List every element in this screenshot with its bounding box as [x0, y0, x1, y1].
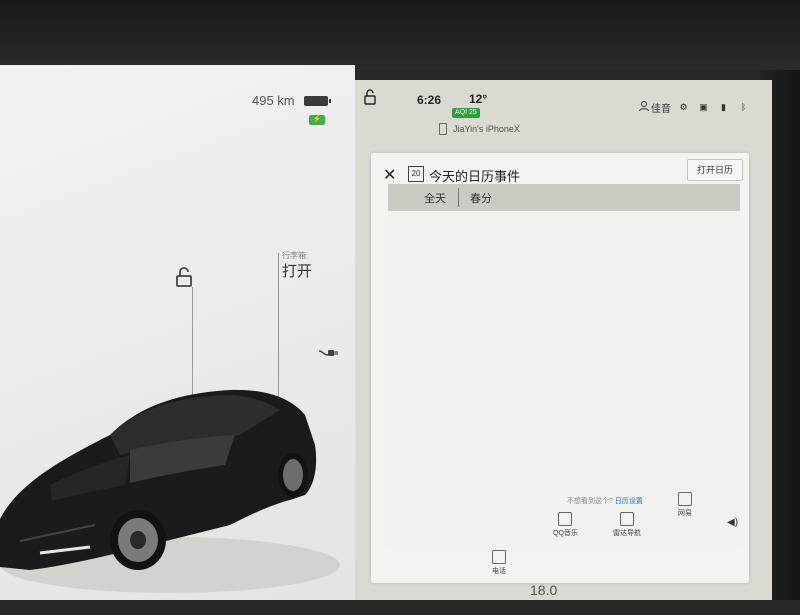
range-readout: 495 km	[252, 93, 295, 108]
bluetooth-icon[interactable]: ᛒ	[738, 102, 749, 113]
status-icons: ⚙ ▣ ▮ ᛒ	[678, 100, 749, 114]
dashcam-icon[interactable]: ▣	[698, 102, 709, 113]
trunk-open-button[interactable]: 打开	[282, 260, 312, 281]
clock-time: 6:26	[417, 93, 442, 107]
app-icon	[678, 492, 692, 506]
aqi-badge: AQI 25	[452, 108, 480, 118]
dock-item-label: 网易	[678, 510, 692, 517]
dock-item-radar-nav[interactable]: 雷达导航	[613, 512, 641, 538]
dock-item-label: 雷达导航	[613, 530, 641, 537]
navigation-icon	[620, 512, 634, 526]
battery-icon	[304, 96, 331, 106]
lte-signal-icon: ▮	[721, 101, 726, 112]
car-model-image[interactable]	[0, 315, 350, 615]
phone-icon	[492, 550, 506, 564]
event-time: 全天	[424, 193, 446, 205]
event-name: 春分	[470, 193, 492, 205]
music-icon	[558, 512, 573, 526]
dock-item-netease[interactable]: 网易	[678, 492, 692, 518]
dock-item-label: QQ音乐	[553, 530, 578, 537]
outside-temperature: 12°	[469, 92, 488, 106]
screen-bezel-top	[0, 0, 800, 70]
user-profile-icon[interactable]	[638, 100, 650, 112]
calendar-event-row[interactable]: 全天 春分	[388, 184, 740, 211]
charge-port-icon[interactable]: ⚡	[309, 115, 325, 125]
lock-status-icon[interactable]	[363, 89, 377, 105]
dock-item-phone[interactable]: 电话	[492, 550, 506, 576]
phone-icon	[439, 123, 447, 135]
user-profile-name[interactable]: 佳音	[651, 100, 671, 115]
gear-icon[interactable]: ⚙	[678, 102, 689, 113]
volume-icon[interactable]: ◀)	[727, 517, 738, 528]
dock-item-qq-music[interactable]: QQ音乐	[553, 512, 578, 538]
cabin-temperature[interactable]: 18.0	[530, 582, 557, 598]
event-divider	[458, 188, 459, 207]
close-icon[interactable]: ✕	[383, 165, 396, 185]
status-bar: 6:26 12° AQI 25 佳音 ⚙ ▣ ▮ ᛒ	[355, 80, 772, 120]
dock-item-label: 电话	[492, 568, 506, 575]
phone-device-name: JiaYin's iPhoneX	[453, 124, 520, 134]
calendar-icon: 20	[408, 166, 424, 182]
app-dock: QQ音乐 雷达导航 网易 电话	[398, 490, 756, 600]
car-status-panel: 495 km ⚡ 行李箱 打开	[0, 65, 355, 600]
dialog-title: 今天的日历事件	[429, 169, 521, 184]
unlock-icon[interactable]	[172, 265, 196, 289]
phone-connection[interactable]: JiaYin's iPhoneX	[439, 123, 520, 135]
open-calendar-button[interactable]: 打开日历	[687, 159, 743, 181]
